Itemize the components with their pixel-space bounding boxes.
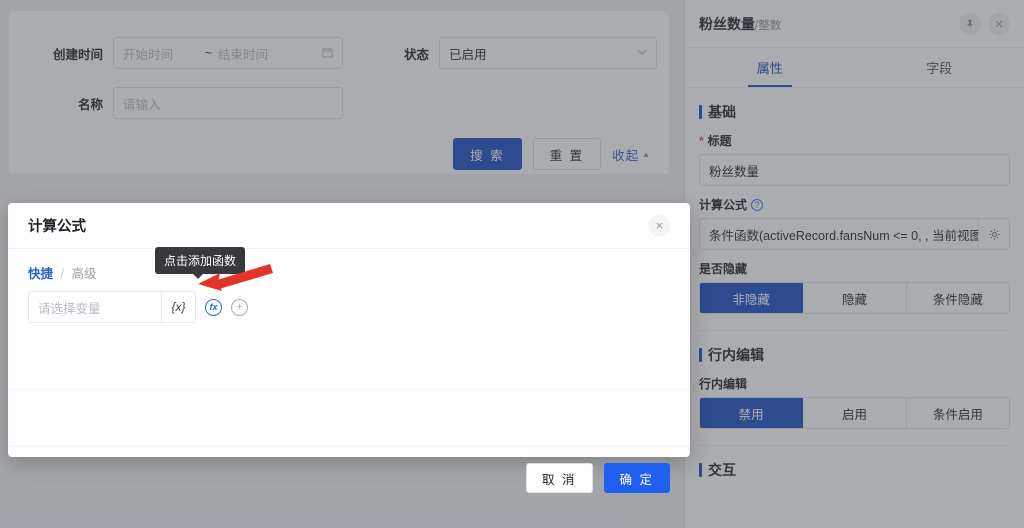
confirm-button[interactable]: 确 定 — [603, 463, 670, 493]
formula-modal: 计算公式 快捷 / 高级 请选择变量 {x} fx + 取 消 确 定 — [8, 203, 690, 493]
formula-variable-row: 请选择变量 {x} fx + — [28, 291, 670, 323]
add-variable-icon[interactable]: + — [231, 298, 248, 316]
add-function-icon[interactable]: fx — [205, 298, 222, 316]
variable-select-input[interactable]: 请选择变量 {x} — [28, 291, 196, 323]
formula-modal-preview-area — [8, 390, 690, 446]
formula-modal-header: 计算公式 — [8, 203, 690, 249]
formula-modal-body: 快捷 / 高级 请选择变量 {x} fx + — [8, 249, 690, 389]
mode-tab-quick[interactable]: 快捷 — [28, 267, 53, 281]
add-function-tooltip: 点击添加函数 — [155, 247, 246, 279]
formula-mode-tabs: 快捷 / 高级 — [28, 263, 670, 282]
mode-tab-advanced[interactable]: 高级 — [71, 267, 96, 281]
cancel-button[interactable]: 取 消 — [526, 463, 593, 493]
variable-token-icon[interactable]: {x} — [161, 292, 195, 322]
variable-select-placeholder: 请选择变量 — [38, 301, 101, 316]
mode-tab-separator: / — [60, 267, 64, 281]
screen: 创建时间 开始时间 ~ 结束时间 状态 已启用 名称 请输入 搜 索 重 置 收… — [0, 0, 1024, 528]
formula-modal-title: 计算公式 — [28, 219, 86, 235]
formula-modal-footer: 取 消 确 定 — [8, 447, 690, 509]
close-icon[interactable] — [648, 214, 670, 237]
